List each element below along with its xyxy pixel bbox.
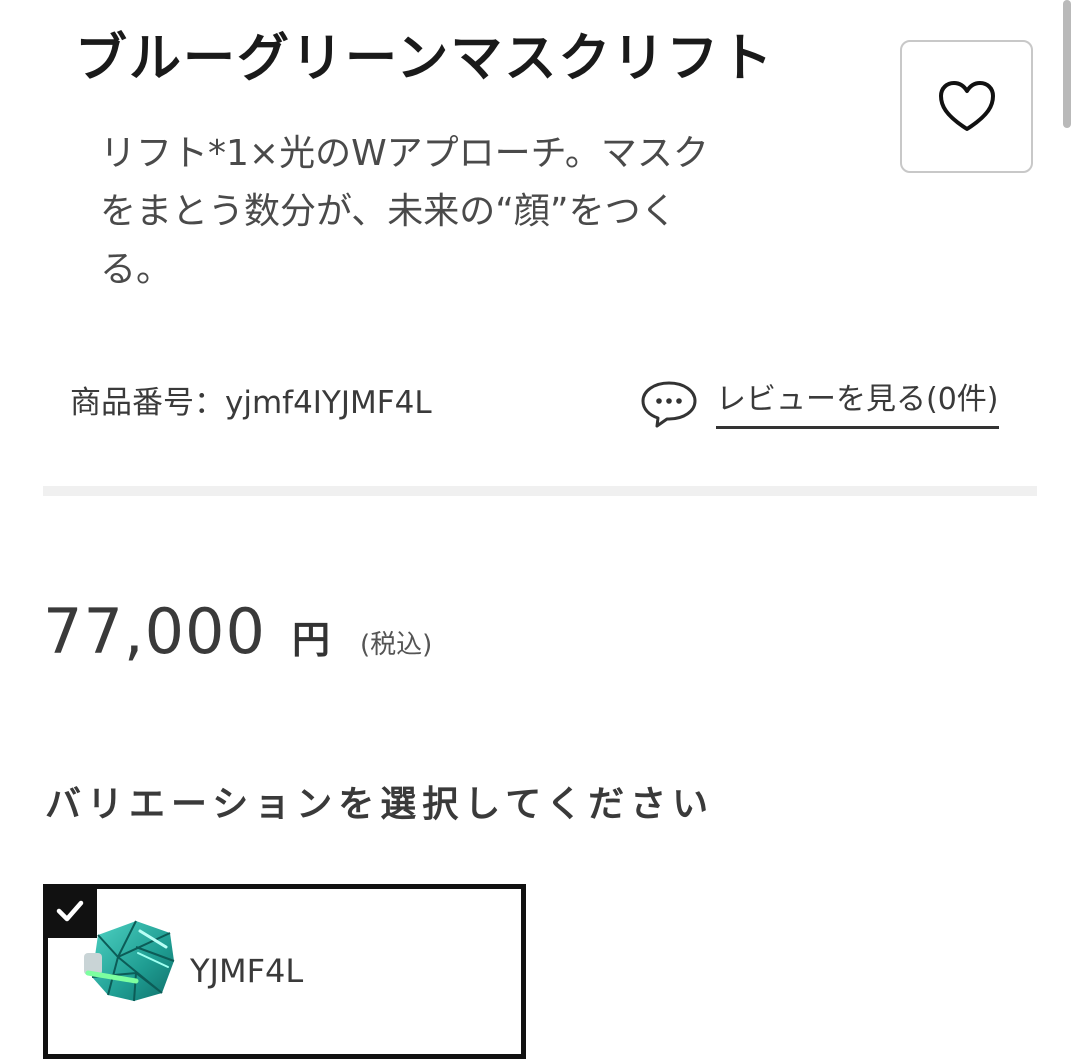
price-tax-note: (税込) bbox=[359, 630, 433, 660]
variation-heading: バリエーションを選択してください bbox=[45, 784, 715, 825]
description-line: をまとう数分が、未来の“顔”をつく bbox=[100, 191, 677, 232]
favorite-button[interactable] bbox=[900, 40, 1033, 173]
variant-label: YJMF4L bbox=[190, 952, 304, 990]
section-divider bbox=[43, 486, 1037, 496]
chat-bubble-icon bbox=[641, 381, 697, 428]
review-link[interactable]: レビューを見る(0件) bbox=[640, 374, 999, 434]
product-detail-page: ブルーグリーンマスクリフト リフト*1×光のWアプローチ。マスク をまとう数分が… bbox=[0, 0, 1080, 1059]
price: 77,000 円 (税込) bbox=[43, 595, 432, 668]
review-link-label[interactable]: レビューを見る(0件) bbox=[716, 380, 999, 429]
heart-icon bbox=[938, 80, 995, 131]
variant-option[interactable]: YJMF4L bbox=[43, 884, 526, 1059]
description-line: リフト*1×光のWアプローチ。マスク bbox=[100, 133, 709, 174]
product-code: 商品番号：yjmf4IYJMF4L bbox=[70, 385, 432, 421]
price-currency: 円 bbox=[291, 618, 330, 662]
price-amount: 77,000 bbox=[43, 595, 266, 668]
description-line: る。 bbox=[100, 249, 173, 290]
product-description: リフト*1×光のWアプローチ。マスク をまとう数分が、未来の“顔”をつく る。 bbox=[100, 125, 760, 299]
product-title: ブルーグリーンマスクリフト bbox=[75, 29, 775, 89]
scrollbar[interactable] bbox=[1063, 0, 1071, 128]
mask-thumbnail bbox=[84, 920, 175, 1002]
